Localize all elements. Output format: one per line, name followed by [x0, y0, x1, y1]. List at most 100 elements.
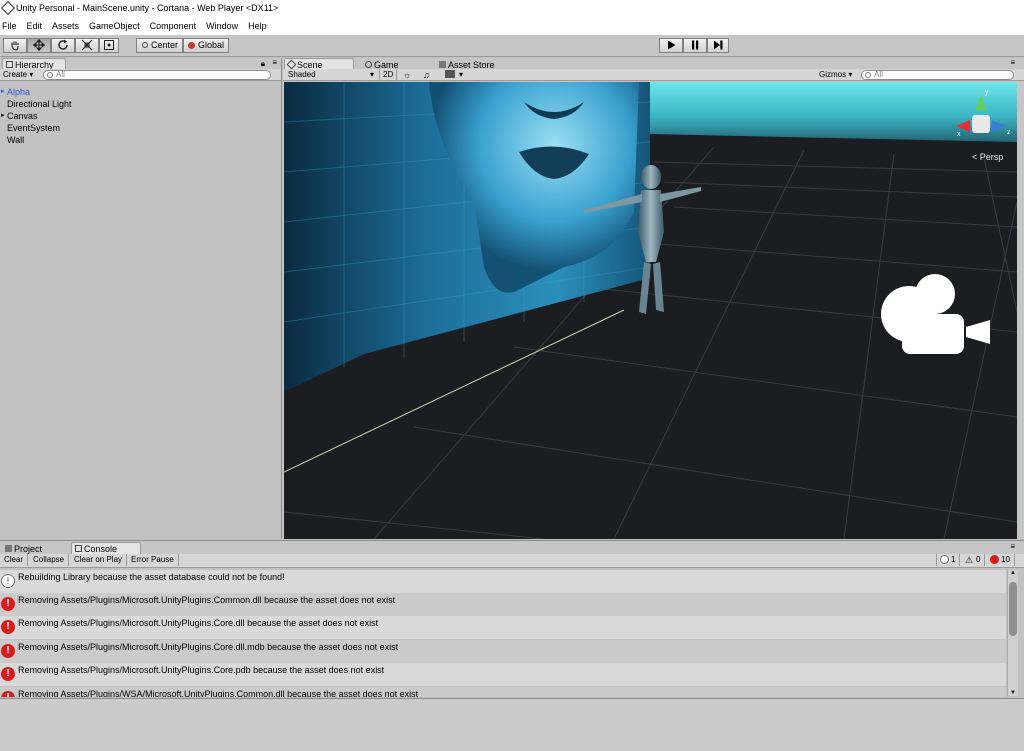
pause-button[interactable] [683, 38, 707, 53]
pivot-center-button[interactable]: Center [136, 38, 183, 53]
hierarchy-item-label: Alpha [7, 87, 31, 97]
error-count: 10 [1001, 555, 1010, 564]
persp-label[interactable]: < Persp [972, 152, 1003, 162]
hierarchy-item-alpha[interactable]: ▸ Alpha [1, 86, 31, 98]
scene-search-input[interactable]: All [861, 70, 1014, 80]
scene-icon [286, 59, 297, 70]
warning-count-toggle[interactable]: ⚠︎ 0 [962, 554, 986, 566]
hand-tool-button[interactable] [3, 38, 27, 53]
console-message[interactable]: ! Removing Assets/Plugins/Microsoft.Unit… [0, 663, 1006, 686]
menu-gameobject[interactable]: GameObject [84, 17, 145, 35]
create-dropdown[interactable]: Create ▾ [3, 69, 33, 81]
tab-project-label: Project [14, 544, 43, 554]
console-message[interactable]: ! Removing Assets/Plugins/Microsoft.Unit… [0, 616, 1006, 639]
move-tool-button[interactable] [27, 38, 51, 53]
rect-transform-icon [104, 40, 114, 50]
rotate-icon [58, 39, 68, 50]
move-icon [32, 38, 46, 52]
pivot-icon [142, 42, 148, 48]
hierarchy-item-label: EventSystem [7, 123, 61, 133]
console-message[interactable]: ! Removing Assets/Plugins/WSA/Microsoft.… [0, 687, 1006, 697]
console-message-text: Removing Assets/Plugins/WSA/Microsoft.Un… [18, 689, 419, 697]
pivot-global-button[interactable]: Global [183, 38, 229, 53]
tab-console-label: Console [84, 544, 118, 554]
play-button[interactable] [659, 38, 683, 53]
pivot-center-label: Center [150, 40, 178, 50]
error-pause-toggle[interactable]: Error Pause [127, 554, 179, 566]
hand-icon [11, 41, 19, 51]
bottom-tabs-header: Project Console ≡ [0, 541, 1024, 554]
persp-text: Persp [980, 152, 1004, 162]
menu-file[interactable]: File [0, 17, 22, 35]
lock-icon[interactable]: 🔒︎ [261, 59, 265, 69]
console-panel: Project Console ≡ Clear Collapse Clear o… [0, 540, 1024, 751]
console-message[interactable]: ! Removing Assets/Plugins/Microsoft.Unit… [0, 593, 1006, 616]
console-message[interactable]: ! Rebuilding Library because the asset d… [0, 570, 1006, 593]
collapse-button[interactable]: Collapse [29, 554, 70, 566]
error-icon [990, 555, 999, 564]
unity-logo-icon [0, 0, 16, 16]
window-title: Unity Personal - MainScene.unity - Corta… [16, 3, 279, 13]
rotate-tool-button[interactable] [51, 38, 75, 53]
error-count-toggle[interactable]: 10 [987, 554, 1015, 566]
scene-viewport[interactable]: y z x < Persp [284, 82, 1017, 539]
hierarchy-item-label: Canvas [7, 111, 38, 121]
menu-window[interactable]: Window [201, 17, 243, 35]
lighting-toggle-icon[interactable]: ☼ [403, 69, 411, 81]
hierarchy-item-label: Directional Light [7, 99, 72, 109]
error-icon: ! [1, 597, 15, 611]
game-icon [365, 61, 372, 68]
audio-toggle-icon[interactable]: ♫ [423, 69, 430, 81]
hierarchy-subbar: Create ▾ All [0, 69, 281, 81]
clear-button[interactable]: Clear [0, 554, 29, 566]
error-icon: ! [1, 691, 15, 697]
console-message[interactable]: ! Removing Assets/Plugins/Microsoft.Unit… [0, 640, 1006, 663]
scrollbar-thumb[interactable] [1009, 582, 1017, 636]
console-message-text: Rebuilding Library because the asset dat… [18, 572, 285, 582]
console-scrollbar[interactable]: ▲ ▼ [1007, 570, 1018, 696]
expand-arrow-icon[interactable]: ▸ [1, 86, 5, 98]
hierarchy-item-directional-light[interactable]: Directional Light [7, 98, 72, 110]
main-toolbar: Center Global [0, 35, 1024, 57]
panel-menu-icon[interactable]: ≡ [1010, 58, 1015, 67]
error-icon: ! [1, 644, 15, 658]
menu-component[interactable]: Component [145, 17, 202, 35]
hierarchy-item-canvas[interactable]: ▸ Canvas [1, 110, 38, 122]
chevron-down-icon: ▾ [369, 70, 374, 79]
clear-on-play-toggle[interactable]: Clear on Play [70, 554, 128, 566]
menu-help[interactable]: Help [243, 17, 272, 35]
rect-tool-button[interactable] [99, 38, 119, 53]
menu-assets[interactable]: Assets [47, 17, 84, 35]
hierarchy-search-input[interactable]: All [43, 70, 271, 80]
warning-count: 0 [976, 555, 981, 564]
scene-tabs-header: Scene Game Asset Store ≡ [283, 58, 1024, 70]
info-count: 1 [951, 555, 956, 564]
scale-tool-button[interactable] [75, 38, 99, 53]
create-label: Create [3, 70, 28, 79]
hierarchy-item-eventsystem[interactable]: EventSystem [7, 122, 60, 134]
gizmos-dropdown[interactable]: Gizmos ▾ [819, 69, 852, 81]
pivot-global-label: Global [197, 40, 224, 50]
console-message-text: Removing Assets/Plugins/Microsoft.UnityP… [18, 642, 399, 652]
chevron-down-icon[interactable]: ▾ [459, 69, 463, 81]
scale-icon [81, 39, 93, 51]
hierarchy-item-wall[interactable]: Wall [7, 134, 24, 146]
step-button[interactable] [707, 38, 729, 53]
scroll-up-icon[interactable]: ▲ [1010, 570, 1016, 576]
axis-x-label: x [957, 131, 961, 138]
console-message-text: Removing Assets/Plugins/Microsoft.UnityP… [18, 618, 379, 628]
tab-console[interactable]: Console [71, 542, 141, 554]
mode-2d-toggle[interactable]: 2D [379, 69, 398, 81]
info-count-toggle[interactable]: 1 [936, 554, 961, 566]
tab-project[interactable]: Project [1, 542, 61, 554]
expand-arrow-icon[interactable]: ▸ [1, 110, 5, 122]
effects-toggle-icon[interactable] [445, 70, 455, 78]
axis-z-label: z [1007, 129, 1011, 136]
warning-icon: ⚠︎ [965, 555, 974, 565]
gizmos-label: Gizmos [819, 70, 847, 79]
panel-menu-icon[interactable]: ≡ [1010, 542, 1015, 551]
scroll-down-icon[interactable]: ▼ [1010, 690, 1016, 696]
shading-dropdown[interactable]: Shaded ▾ [288, 69, 374, 81]
menu-edit[interactable]: Edit [22, 17, 48, 35]
panel-menu-icon[interactable]: ≡ [272, 58, 277, 67]
